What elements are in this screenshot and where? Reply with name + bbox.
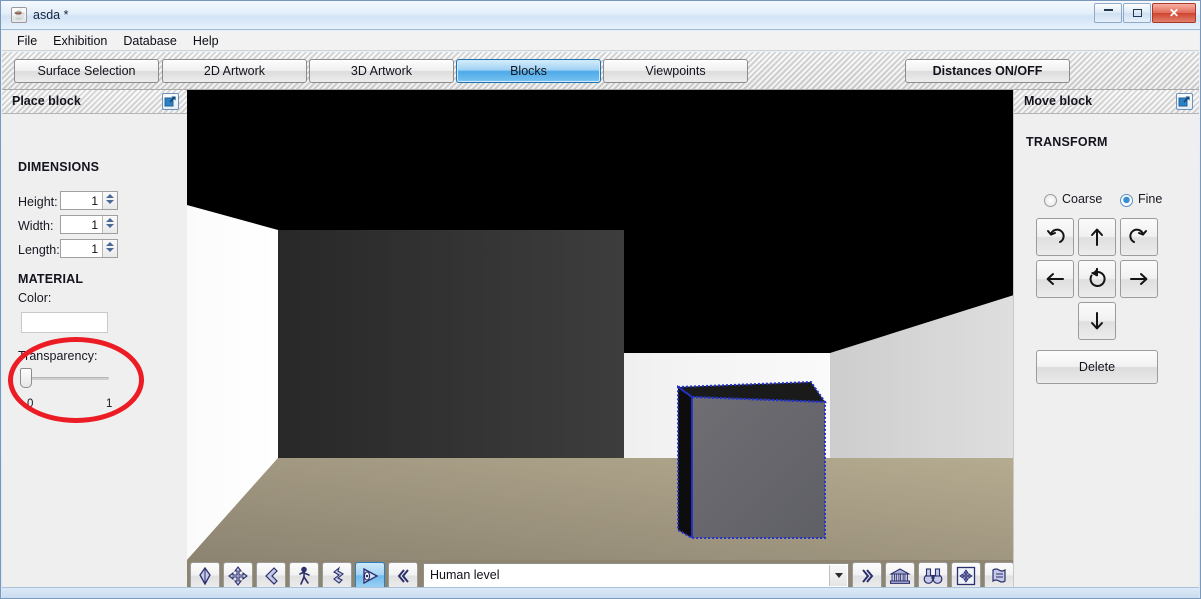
block-side-face [678, 387, 692, 538]
caret-down-icon [106, 200, 114, 204]
maximize-button[interactable] [1123, 3, 1151, 23]
status-bar [2, 587, 1199, 598]
fine-label: Fine [1138, 192, 1163, 206]
back-wall-surface [278, 230, 624, 458]
height-label: Height: [18, 195, 58, 209]
caret-down-icon [106, 248, 114, 252]
move-up-button[interactable] [1078, 218, 1116, 256]
color-label: Color: [18, 291, 52, 305]
coarse-radio[interactable] [1044, 194, 1057, 207]
place-block-panel: Place block DIMENSIONS Height: 1 Width: [2, 90, 187, 598]
place-block-panel-title: Place block [12, 94, 81, 108]
mode-toolbar: Surface Selection 2D Artwork 3D Artwork … [2, 52, 1199, 90]
width-value: 1 [91, 218, 98, 232]
viewpoint-combo[interactable]: Human level [423, 563, 849, 588]
move-tool-button[interactable] [223, 562, 253, 589]
menu-help[interactable]: Help [186, 32, 226, 50]
tab-viewpoints[interactable]: Viewpoints [603, 59, 748, 83]
move-block-panel-body: TRANSFORM Coarse Fine Delete [1014, 114, 1199, 598]
3d-viewport[interactable] [187, 90, 1014, 560]
material-heading: MATERIAL [18, 272, 84, 286]
minimize-button[interactable] [1094, 3, 1122, 23]
minimize-icon [1103, 9, 1113, 11]
width-label: Width: [18, 219, 54, 233]
undock-window-icon[interactable] [1176, 93, 1193, 110]
precision-mode-group: Coarse Fine [1044, 192, 1184, 210]
place-block-panel-header: Place block [2, 90, 187, 114]
width-spinner[interactable]: 1 [60, 215, 118, 234]
length-spinner[interactable]: 1 [60, 239, 118, 258]
block-front-face [692, 397, 825, 538]
caret-up-icon [106, 218, 114, 222]
collapse-button[interactable] [388, 562, 418, 589]
caret-down-icon [106, 224, 114, 228]
height-spinner[interactable]: 1 [60, 191, 118, 210]
window-controls: ✕ [1094, 3, 1196, 23]
title-bar: ☕ asda * ✕ [1, 1, 1200, 30]
place-block-panel-body: DIMENSIONS Height: 1 Width: 1 Length: 1 … [2, 114, 187, 598]
transparency-slider-handle[interactable] [20, 368, 32, 388]
move-left-button[interactable] [1036, 260, 1074, 298]
move-right-button[interactable] [1120, 260, 1158, 298]
move-block-panel: Move block TRANSFORM Coarse Fine Delete [1014, 90, 1199, 598]
transparency-min-tick: 0 [27, 398, 34, 410]
fit-view-button[interactable] [951, 562, 981, 589]
chevron-down-icon[interactable] [829, 565, 847, 586]
undock-window-icon[interactable] [162, 93, 179, 110]
menu-file[interactable]: File [10, 32, 44, 50]
expand-button[interactable] [852, 562, 882, 589]
3d-scene [187, 90, 1014, 560]
rotate-left-button[interactable] [1036, 218, 1074, 256]
place-tool-button[interactable] [190, 562, 220, 589]
transparency-label: Transparency: [18, 349, 98, 363]
length-value: 1 [91, 242, 98, 256]
close-button[interactable]: ✕ [1152, 3, 1196, 23]
height-value: 1 [91, 194, 98, 208]
tab-3d-artwork[interactable]: 3D Artwork [309, 59, 454, 83]
view-tool-button[interactable] [355, 562, 385, 589]
height-spinner-arrows[interactable] [102, 192, 117, 209]
rotate-tool-button[interactable] [322, 562, 352, 589]
menu-exhibition[interactable]: Exhibition [46, 32, 114, 50]
main-content: Place block DIMENSIONS Height: 1 Width: [2, 90, 1199, 598]
transform-heading: TRANSFORM [1026, 135, 1108, 149]
transparency-slider-track[interactable] [24, 377, 109, 380]
maximize-icon [1132, 9, 1142, 17]
tab-blocks[interactable]: Blocks [456, 59, 601, 83]
distances-toggle-button[interactable]: Distances ON/OFF [905, 59, 1070, 83]
coarse-label: Coarse [1062, 192, 1103, 206]
dimensions-heading: DIMENSIONS [18, 160, 100, 174]
rotate-right-button[interactable] [1120, 218, 1158, 256]
color-swatch[interactable] [21, 312, 108, 333]
floor-surface-merged [187, 458, 1014, 560]
transparency-max-tick: 1 [106, 398, 113, 410]
menu-bar: File Exhibition Database Help [2, 31, 1199, 51]
tab-2d-artwork[interactable]: 2D Artwork [162, 59, 307, 83]
width-spinner-arrows[interactable] [102, 216, 117, 233]
caret-up-icon [106, 194, 114, 198]
length-label: Length: [18, 243, 60, 257]
close-icon: ✕ [1168, 6, 1180, 20]
binoculars-button[interactable] [918, 562, 948, 589]
move-down-button[interactable] [1078, 302, 1116, 340]
java-coffee-icon: ☕ [11, 7, 27, 23]
fine-radio[interactable] [1120, 194, 1133, 207]
scroll-report-button[interactable] [984, 562, 1014, 589]
viewpoint-combo-value: Human level [430, 568, 500, 582]
caret-up-icon [106, 242, 114, 246]
rotate-button[interactable] [1078, 260, 1116, 298]
block-object [675, 380, 827, 540]
gallery-home-button[interactable] [885, 562, 915, 589]
application-window: ☕ asda * ✕ File Exhibition Database Help… [0, 0, 1201, 599]
length-spinner-arrows[interactable] [102, 240, 117, 257]
menu-database[interactable]: Database [116, 32, 184, 50]
move-block-panel-title: Move block [1024, 94, 1093, 108]
window-title: asda * [33, 8, 69, 22]
walk-tool-button[interactable] [289, 562, 319, 589]
delete-button[interactable]: Delete [1036, 350, 1158, 384]
move-block-panel-header: Move block [1014, 90, 1199, 114]
back-tool-button[interactable] [256, 562, 286, 589]
tab-surface-selection[interactable]: Surface Selection [14, 59, 159, 83]
